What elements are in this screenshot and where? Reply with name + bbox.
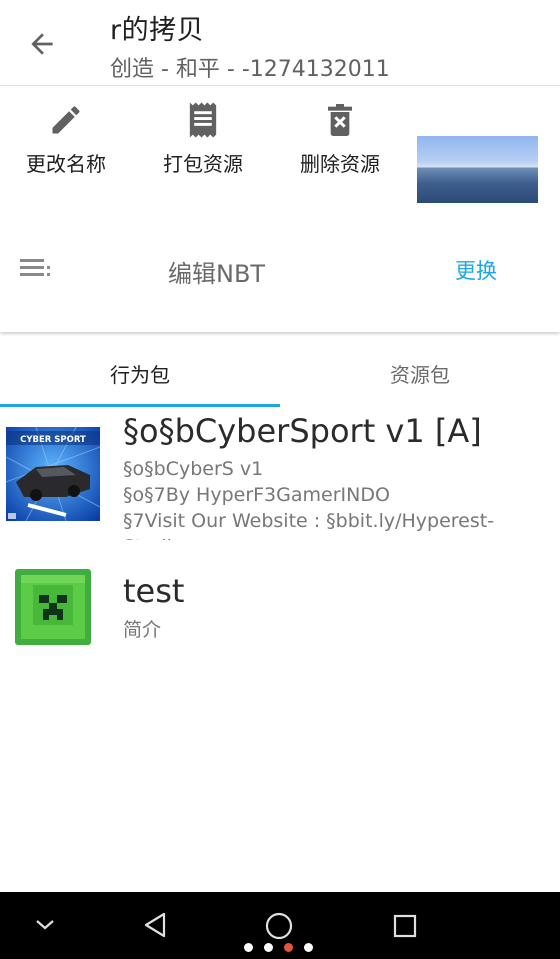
edit-nbt-label[interactable]: 编辑NBT — [168, 254, 265, 289]
page-dot — [244, 943, 253, 952]
list-item[interactable]: CYBER SPORT §o§bCyberSport v1 [A] §o§bCy… — [0, 412, 560, 544]
pencil-icon — [46, 100, 86, 140]
delete-resources-label: 删除资源 — [300, 152, 380, 176]
tab-behavior-packs[interactable]: 行为包 — [0, 340, 280, 406]
page-subtitle: 创造 - 和平 - -1274132011 — [110, 57, 390, 82]
edit-nbt-row: 编辑NBT 更换 — [0, 236, 560, 300]
pack-thumbnail-title: CYBER SPORT — [20, 435, 86, 445]
rename-label: 更改名称 — [26, 152, 106, 176]
page-dot — [304, 943, 313, 952]
pack-resources-button[interactable]: 打包资源 — [143, 100, 263, 190]
pack-name: test — [123, 572, 185, 610]
circle-home-icon — [265, 912, 293, 940]
active-tab-indicator — [0, 404, 280, 407]
delete-resources-button[interactable]: 删除资源 — [280, 100, 400, 190]
world-preview-image[interactable] — [417, 136, 538, 203]
pack-tabs: 行为包 资源包 — [0, 340, 560, 408]
triangle-back-icon — [144, 912, 166, 938]
document-icon — [183, 100, 223, 140]
back-nav-button[interactable] — [138, 908, 172, 942]
pack-description: §o§bCyberS v1 §o§7By HyperF3GamerINDO §7… — [123, 458, 495, 540]
page-dot — [264, 943, 273, 952]
swap-button[interactable]: 更换 — [455, 255, 497, 285]
chevron-down-icon — [36, 920, 54, 930]
page-title: r的拷贝 — [110, 15, 205, 46]
recents-nav-button[interactable] — [388, 909, 422, 943]
arrow-back-icon — [31, 33, 53, 55]
rename-button[interactable]: 更改名称 — [6, 100, 126, 190]
pack-thumbnail: CYBER SPORT — [5, 426, 101, 522]
square-recents-icon — [393, 914, 417, 938]
app-bar: r的拷贝 创造 - 和平 - -1274132011 — [0, 0, 560, 86]
delete-icon — [320, 100, 360, 140]
back-button[interactable] — [22, 24, 62, 64]
menu-lines-icon — [20, 256, 52, 280]
home-nav-button[interactable] — [262, 909, 296, 943]
tab-resource-packs[interactable]: 资源包 — [280, 340, 560, 406]
list-item[interactable]: test 简介 — [0, 560, 560, 656]
pack-resources-label: 打包资源 — [163, 152, 243, 176]
world-actions-card: 更改名称 打包资源 删除资源 编辑NBT 更换 — [0, 86, 560, 332]
pack-name: §o§bCyberSport v1 [A] — [123, 412, 482, 450]
creeper-icon — [15, 569, 91, 645]
page-dot-active — [284, 943, 293, 952]
hide-nav-button[interactable] — [30, 910, 60, 940]
pack-description: 简介 — [123, 619, 162, 641]
page-indicator — [244, 943, 313, 952]
